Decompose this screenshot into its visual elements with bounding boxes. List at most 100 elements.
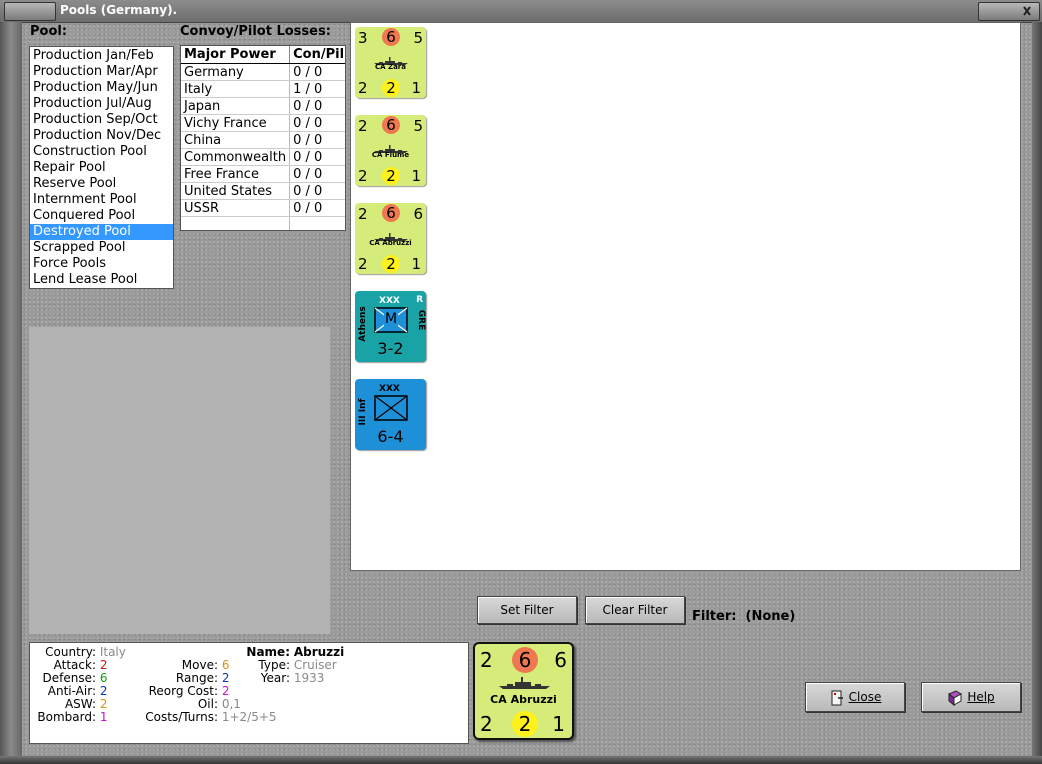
filter-value: (None)	[745, 609, 796, 624]
window-title: Pools (Germany).	[60, 3, 178, 17]
mech-corps-counter[interactable]: Athens XXX M R GRE 3-2	[355, 291, 426, 362]
type-value: Cruiser	[293, 658, 337, 672]
column-header-value[interactable]: Con/Pil	[289, 46, 345, 64]
help-button[interactable]: Help	[921, 682, 1021, 712]
costs-label: Costs/Turns:	[145, 710, 218, 724]
counter-bottom-center: 2	[382, 79, 400, 97]
pool-list-item[interactable]: Production May/Jun	[30, 80, 173, 96]
counter-strength: 6-4	[377, 427, 404, 446]
pool-list-item[interactable]: Conquered Pool	[30, 208, 173, 224]
counter-bottom-right: 1	[411, 255, 421, 273]
pool-list-item[interactable]: Internment Pool	[30, 192, 173, 208]
filter-status: Filter: (None)	[692, 609, 795, 624]
window-frame-bottom	[0, 756, 1042, 764]
costs-value: 1+2/5+5	[221, 710, 277, 724]
major-power-cell: Japan	[181, 97, 291, 115]
con-pil-cell: 0 / 0	[289, 182, 345, 200]
counter-top-right: 5	[413, 29, 423, 47]
pool-list-item[interactable]: Reserve Pool	[30, 176, 173, 192]
cruiser-silhouette-icon	[499, 677, 550, 689]
counter-bottom-left: 2	[358, 167, 368, 185]
year-value: 1933	[293, 671, 325, 685]
pool-list-item[interactable]: Production Jul/Aug	[30, 96, 173, 112]
pool-list-item[interactable]: Production Jan/Feb	[30, 48, 173, 64]
close-icon	[1023, 6, 1031, 16]
losses-table-row: Italy 1 / 0	[181, 80, 345, 98]
pool-list-item[interactable]: Repair Pool	[30, 160, 173, 176]
losses-table-row: China 0 / 0	[181, 131, 345, 149]
ship-counter[interactable]: 2 6 5 CA Fiume 2 2 1	[355, 115, 426, 186]
con-pil-cell: 1 / 0	[289, 80, 345, 98]
pool-list[interactable]: Production Jan/Feb Production Mar/Apr Prod…	[29, 46, 174, 289]
counter-top-right: 6	[413, 205, 423, 223]
clear-filter-button[interactable]: Clear Filter	[585, 596, 685, 624]
major-power-cell: China	[181, 131, 291, 149]
con-pil-cell: 0 / 0	[289, 97, 345, 115]
counter-unit-name: CA Abruzzi	[369, 239, 412, 247]
major-power-cell: Free France	[181, 165, 291, 183]
major-power-cell: Italy	[181, 80, 291, 98]
counter-top-left: 2	[358, 205, 368, 223]
counter-unit-name: CA Fiume	[371, 151, 410, 159]
help-book-icon	[948, 689, 963, 706]
attack-value: 2	[99, 658, 108, 672]
close-button-label: Close	[848, 690, 882, 704]
country-value: Italy	[99, 645, 126, 659]
pool-list-item[interactable]: Construction Pool	[30, 144, 173, 160]
title-bar: Pools (Germany).	[0, 0, 1042, 23]
major-power-cell: Commonwealth	[181, 148, 291, 166]
close-door-icon	[831, 690, 843, 705]
counter-top-center: 6	[382, 116, 400, 134]
pool-list-item[interactable]: Lend Lease Pool	[30, 272, 173, 288]
losses-table-row: United States 0 / 0	[181, 182, 345, 200]
major-power-cell: Vichy France	[181, 114, 291, 132]
counter-top-left: 3	[358, 29, 368, 47]
pool-list-item[interactable]: Scrapped Pool	[30, 240, 173, 256]
unit-info-panel: Country: Italy Attack: 2 Defense: 6 Anti…	[29, 642, 469, 744]
counter-display-area[interactable]: 3 6 5 CA Zara 2 2 1 2 6 5 CA Fiume 2 2 1 2 6 6 CA Abruzzi…	[350, 22, 1021, 571]
counter-bottom-right: 1	[411, 167, 421, 185]
system-menu-button[interactable]	[4, 2, 56, 21]
bombard-label: Bombard:	[37, 710, 96, 724]
losses-table-row: Japan 0 / 0	[181, 97, 345, 115]
empty-cell	[181, 216, 291, 230]
counter-bottom-center: 2	[382, 167, 400, 185]
defense-value: 6	[99, 671, 108, 685]
con-pil-cell: 0 / 0	[289, 199, 345, 217]
pool-list-item[interactable]: Production Mar/Apr	[30, 64, 173, 80]
counter-bottom-right: 1	[411, 79, 421, 97]
counter-unit-name: CA Zara	[375, 63, 406, 71]
ship-counter[interactable]: 2 6 6 CA Abruzzi 2 2 1	[355, 203, 426, 274]
counter-top-center: 6	[512, 647, 538, 673]
counter-top-right: 5	[413, 117, 423, 135]
counter-unit-name: CA Abruzzi	[490, 693, 557, 706]
counter-bottom-right: 1	[552, 712, 565, 736]
con-pil-cell: 0 / 0	[289, 148, 345, 166]
counter-bottom-left: 2	[358, 255, 368, 273]
con-pil-cell: 0 / 0	[289, 165, 345, 183]
counter-strength: 3-2	[377, 339, 404, 358]
close-button[interactable]: Close	[805, 682, 905, 712]
pool-list-item[interactable]: Destroyed Pool	[30, 224, 173, 240]
pool-heading: Pool:	[30, 24, 68, 39]
pool-list-item[interactable]: Force Pools	[30, 256, 173, 272]
infantry-symbol-icon	[374, 395, 408, 421]
con-pil-cell: 0 / 0	[289, 63, 345, 81]
ship-counter[interactable]: 3 6 5 CA Zara 2 2 1	[355, 27, 426, 98]
major-power-cell: Germany	[181, 63, 291, 81]
pool-list-item[interactable]: Production Sep/Oct	[30, 112, 173, 128]
range-value: 2	[221, 671, 230, 685]
column-header-power[interactable]: Major Power	[181, 46, 291, 64]
pool-list-item[interactable]: Production Nov/Dec	[30, 128, 173, 144]
asw-value: 2	[99, 697, 108, 711]
infantry-corps-counter[interactable]: III Inf XXX 6-4	[355, 379, 426, 450]
window-frame-left	[0, 22, 22, 764]
move-value: 6	[221, 658, 230, 672]
antiair-value: 2	[99, 684, 108, 698]
close-window-button[interactable]	[978, 2, 1040, 21]
counter-top-right: 6	[554, 648, 567, 672]
empty-cell	[289, 216, 345, 230]
counter-size: XXX	[379, 384, 400, 394]
set-filter-button[interactable]: Set Filter	[477, 596, 577, 624]
counter-top-left: 2	[480, 648, 493, 672]
